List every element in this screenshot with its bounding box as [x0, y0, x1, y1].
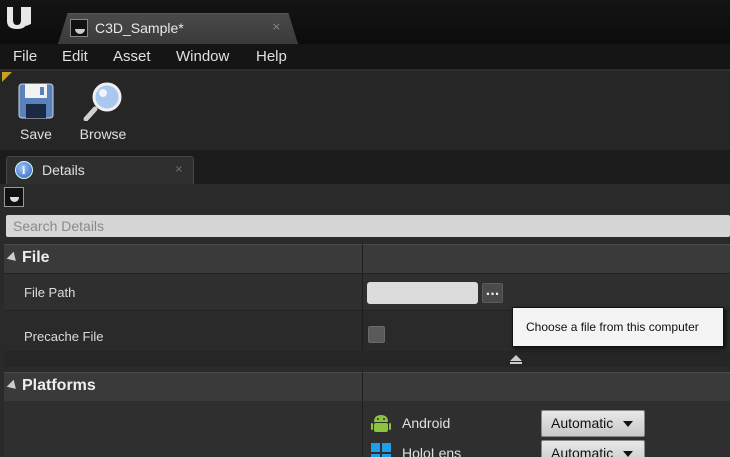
save-label: Save	[20, 126, 52, 142]
category-platforms-header[interactable]: Platforms	[4, 372, 730, 401]
toolbar: Save Browse	[0, 70, 730, 150]
advanced-collapse-bar[interactable]	[4, 351, 730, 367]
magnifier-browse-icon	[83, 82, 122, 121]
platform-android-label: Android	[402, 415, 451, 431]
column-divider[interactable]	[362, 244, 363, 351]
document-tab[interactable]: C3D_Sample* ×	[58, 13, 298, 44]
category-file-header[interactable]: File	[4, 244, 730, 273]
menu-asset[interactable]: Asset	[113, 48, 151, 65]
platform-hololens-label: HoloLens	[402, 445, 462, 457]
file-path-label: File Path	[24, 285, 76, 300]
close-icon[interactable]: ×	[175, 164, 183, 175]
panel-tab-strip: i Details ×	[0, 150, 730, 184]
menu-edit[interactable]: Edit	[62, 48, 88, 65]
expand-arrow-icon[interactable]	[6, 379, 20, 393]
info-icon: i	[15, 161, 33, 179]
column-divider[interactable]	[362, 372, 363, 457]
category-file-label: File	[22, 249, 50, 266]
tab-details[interactable]: i Details ×	[6, 156, 194, 184]
category-platforms-label: Platforms	[22, 377, 96, 394]
document-tab-label: C3D_Sample*	[95, 20, 184, 36]
details-tab-label: Details	[42, 162, 85, 178]
browse-button[interactable]: Browse	[75, 77, 131, 147]
save-button[interactable]: Save	[8, 77, 64, 147]
close-icon[interactable]: ×	[272, 20, 281, 33]
precache-file-checkbox[interactable]	[368, 326, 385, 343]
menu-window[interactable]: Window	[176, 48, 229, 65]
collapse-line	[510, 362, 522, 364]
hololens-mode-value: Automatic	[551, 445, 614, 457]
title-bar: C3D_Sample* ×	[0, 0, 730, 44]
android-icon	[371, 415, 391, 432]
floppy-save-icon	[18, 83, 54, 119]
browse-tooltip: Choose a file from this computer	[512, 307, 724, 347]
hololens-mode-dropdown[interactable]: Automatic	[541, 440, 645, 457]
file-path-field[interactable]	[367, 282, 478, 304]
search-input[interactable]	[6, 215, 730, 237]
selected-object-icon	[4, 187, 24, 207]
windows-icon	[371, 443, 391, 457]
browse-file-button[interactable]: ...	[482, 283, 503, 303]
browse-label: Browse	[79, 126, 127, 142]
chevron-down-icon	[623, 451, 633, 457]
android-mode-value: Automatic	[551, 415, 614, 431]
tooltip-text: Choose a file from this computer	[526, 320, 699, 334]
unreal-logo-icon[interactable]	[4, 4, 34, 30]
chevron-down-icon	[623, 421, 633, 427]
menu-file[interactable]: File	[13, 48, 37, 65]
android-mode-dropdown[interactable]: Automatic	[541, 410, 645, 437]
menu-bar: File Edit Asset Window Help	[0, 44, 730, 70]
collapse-up-icon[interactable]	[510, 355, 522, 361]
menu-help[interactable]: Help	[256, 48, 287, 65]
expand-arrow-icon[interactable]	[6, 251, 20, 265]
asset-thumbnail-icon	[70, 19, 88, 37]
search-box[interactable]	[6, 215, 730, 237]
precache-file-label: Precache File	[24, 329, 104, 344]
